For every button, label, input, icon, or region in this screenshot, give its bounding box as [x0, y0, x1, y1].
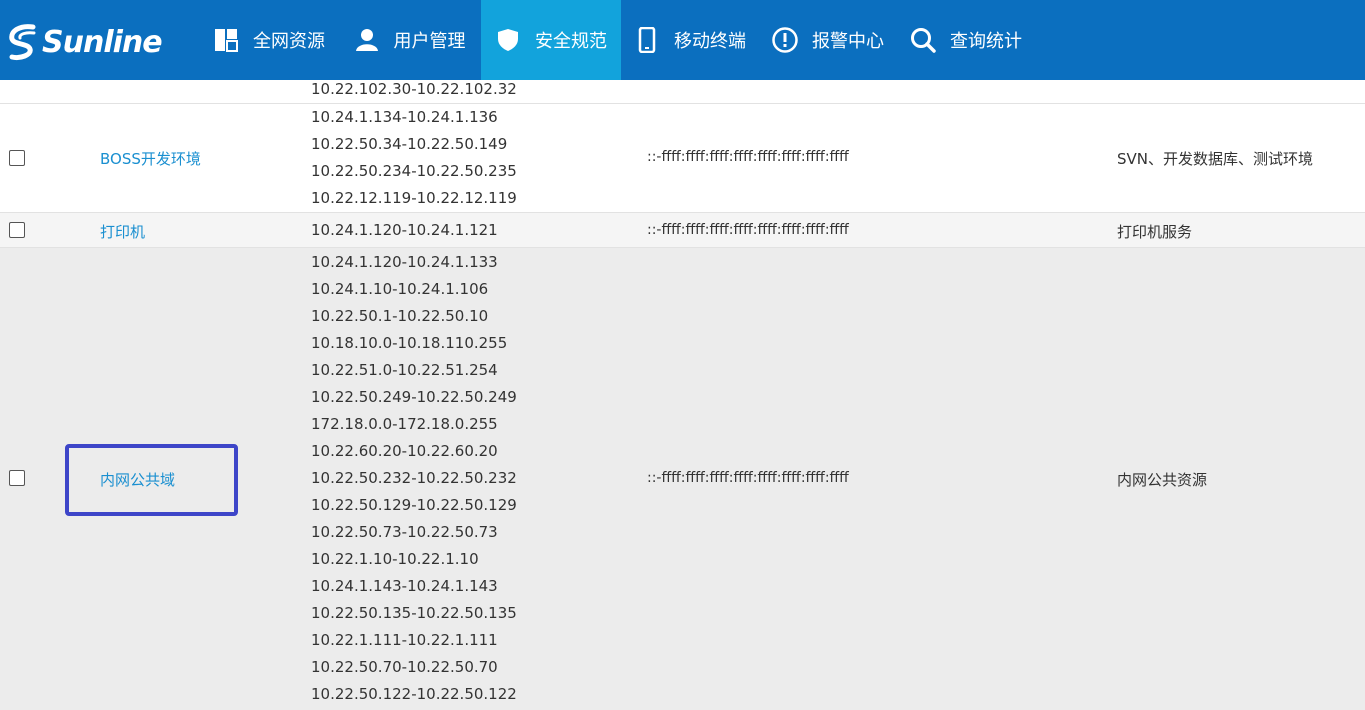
row-checkbox[interactable]: [9, 470, 25, 486]
row-description: SVN、开发数据库、测试环境: [1117, 150, 1314, 168]
row-description: 内网公共资源: [1117, 471, 1208, 489]
sunline-logo-mark-icon: [8, 23, 38, 61]
user-icon: [354, 27, 380, 53]
nav-label: 报警中心: [812, 31, 884, 52]
nav-item-query-statistics[interactable]: 查询统计: [897, 0, 1035, 80]
ipv4-range-list: 10.24.1.120-10.24.1.121: [311, 217, 498, 244]
sunline-logo[interactable]: Sunline: [8, 22, 163, 62]
search-icon: [910, 27, 936, 53]
ipv4-range: 10.22.50.73-10.22.50.73: [311, 523, 498, 541]
alert-icon: [772, 27, 798, 53]
ipv4-range: 172.18.0.0-172.18.0.255: [311, 415, 498, 433]
table-row: 打印机 10.24.1.120-10.24.1.121 ::-ffff:ffff…: [0, 213, 1365, 248]
top-navigation-bar: Sunline 全网资源 用户管理 安全规范 移动终端 报警中心 查询统计: [0, 0, 1365, 80]
nav-label: 移动终端: [674, 31, 746, 52]
row-name-link[interactable]: 打印机: [100, 221, 145, 242]
ipv4-range: 10.22.1.111-10.22.1.111: [311, 631, 498, 649]
ipv4-range: 10.22.50.70-10.22.50.70: [311, 658, 498, 676]
table-row: BOSS开发环境 10.24.1.134-10.24.1.136 10.22.5…: [0, 104, 1365, 213]
ipv6-range: ::-ffff:ffff:ffff:ffff:ffff:ffff:ffff:ff…: [647, 149, 849, 165]
ipv6-range: ::-ffff:ffff:ffff:ffff:ffff:ffff:ffff:ff…: [647, 222, 849, 238]
ipv4-range: 10.22.50.129-10.22.50.129: [311, 496, 517, 514]
ipv4-range: 10.22.12.119-10.22.12.119: [311, 189, 517, 207]
ipv4-range: 10.22.60.20-10.22.60.20: [311, 442, 498, 460]
ipv4-range: 10.22.50.249-10.22.50.249: [311, 388, 517, 406]
row-name-link[interactable]: BOSS开发环境: [100, 148, 201, 169]
ipv4-range: 10.22.102.30-10.22.102.32: [311, 80, 517, 98]
ipv4-range: 10.22.1.10-10.22.1.10: [311, 550, 479, 568]
highlight-annotation-box: [65, 444, 238, 516]
ipv4-range: 10.18.10.0-10.18.110.255: [311, 334, 508, 352]
nav-label: 查询统计: [950, 31, 1022, 52]
nav-label: 安全规范: [535, 31, 607, 52]
ipv4-range-list: 10.24.1.120-10.24.1.133 10.24.1.10-10.24…: [311, 249, 517, 708]
ipv4-range: 10.22.50.234-10.22.50.235: [311, 162, 517, 180]
row-checkbox[interactable]: [9, 222, 25, 238]
ipv4-range: 10.22.50.1-10.22.50.10: [311, 307, 489, 325]
nav-label: 用户管理: [393, 31, 466, 52]
nav-item-alert-center[interactable]: 报警中心: [759, 0, 897, 80]
ipv4-range: 10.22.50.122-10.22.50.122: [311, 685, 517, 703]
ipv4-range: 10.24.1.120-10.24.1.121: [311, 221, 498, 239]
grid-icon: [213, 27, 239, 53]
row-checkbox[interactable]: [9, 150, 25, 166]
shield-icon: [495, 27, 521, 53]
ipv6-range: ::-ffff:ffff:ffff:ffff:ffff:ffff:ffff:ff…: [647, 470, 849, 486]
table-row: 10.22.102.30-10.22.102.32: [0, 80, 1365, 104]
ipv4-range: 10.24.1.143-10.24.1.143: [311, 577, 498, 595]
ipv4-range: 10.24.1.10-10.24.1.106: [311, 280, 489, 298]
nav-item-user-management[interactable]: 用户管理: [338, 0, 481, 80]
nav-item-network-resources[interactable]: 全网资源: [200, 0, 338, 80]
nav-item-security-policy[interactable]: 安全规范: [481, 0, 621, 80]
ipv4-range: 10.24.1.120-10.24.1.133: [311, 253, 498, 271]
ipv4-range-list: 10.22.102.30-10.22.102.32: [311, 76, 517, 103]
ipv4-range: 10.22.50.34-10.22.50.149: [311, 135, 508, 153]
brand-name: Sunline: [42, 24, 163, 60]
nav-item-mobile-terminal[interactable]: 移动终端: [621, 0, 759, 80]
ipv4-range: 10.22.50.232-10.22.50.232: [311, 469, 517, 487]
row-description: 打印机服务: [1117, 223, 1193, 241]
ipv4-range-list: 10.24.1.134-10.24.1.136 10.22.50.34-10.2…: [311, 104, 517, 212]
ipv4-range: 10.22.51.0-10.22.51.254: [311, 361, 498, 379]
mobile-icon: [634, 27, 660, 53]
ipv4-range: 10.24.1.134-10.24.1.136: [311, 108, 498, 126]
ipv4-range: 10.22.50.135-10.22.50.135: [311, 604, 517, 622]
nav-label: 全网资源: [253, 31, 325, 52]
